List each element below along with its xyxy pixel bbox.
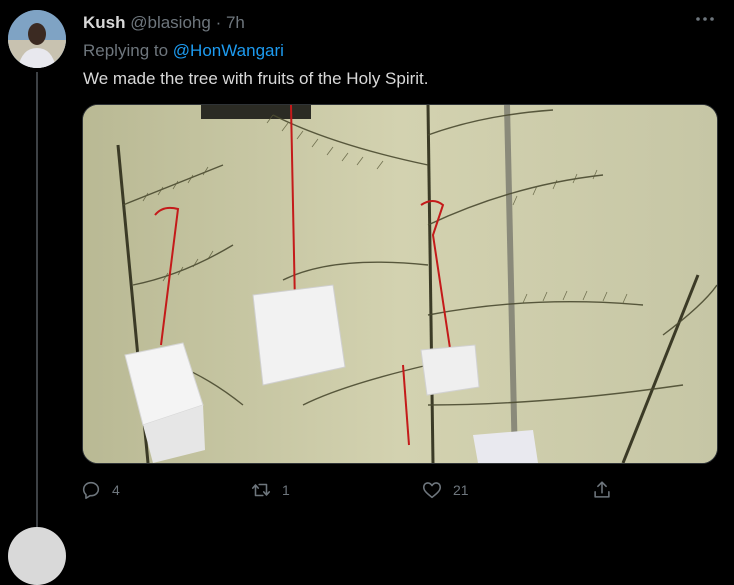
more-horizontal-icon: [696, 17, 714, 21]
avatar-image: [8, 10, 66, 68]
retweet-button[interactable]: 1: [250, 476, 290, 504]
retweet-count: 1: [282, 482, 290, 498]
reply-count: 4: [112, 482, 120, 498]
next-reply-avatar[interactable]: [8, 527, 66, 585]
thread-connector-line: [36, 72, 38, 527]
meta-separator: ·: [215, 13, 222, 32]
replying-to-mention[interactable]: @HonWangari: [173, 41, 284, 60]
like-count: 21: [453, 482, 469, 498]
author-name[interactable]: Kush: [83, 13, 126, 32]
tweet-time[interactable]: 7h: [226, 13, 245, 32]
replying-to: Replying to @HonWangari: [83, 40, 284, 62]
replying-to-label: Replying to: [83, 41, 169, 60]
heart-icon: [422, 482, 442, 499]
like-button[interactable]: 21: [421, 476, 469, 504]
tweet-actions: 4 1 21: [80, 476, 640, 504]
share-button[interactable]: [591, 476, 613, 504]
share-icon: [594, 481, 610, 498]
retweet-icon: [251, 483, 271, 497]
tweet-header: Kush @blasiohg · 7h: [83, 12, 245, 34]
tweet-photo[interactable]: [82, 104, 718, 464]
reply-button[interactable]: 4: [80, 476, 120, 504]
avatar[interactable]: [8, 10, 66, 68]
tree-photo-illustration: [83, 105, 717, 463]
reply-icon: [82, 481, 100, 500]
tweet-text: We made the tree with fruits of the Holy…: [83, 69, 429, 88]
author-handle[interactable]: @blasiohg: [130, 13, 211, 32]
more-options-button[interactable]: [692, 6, 718, 32]
